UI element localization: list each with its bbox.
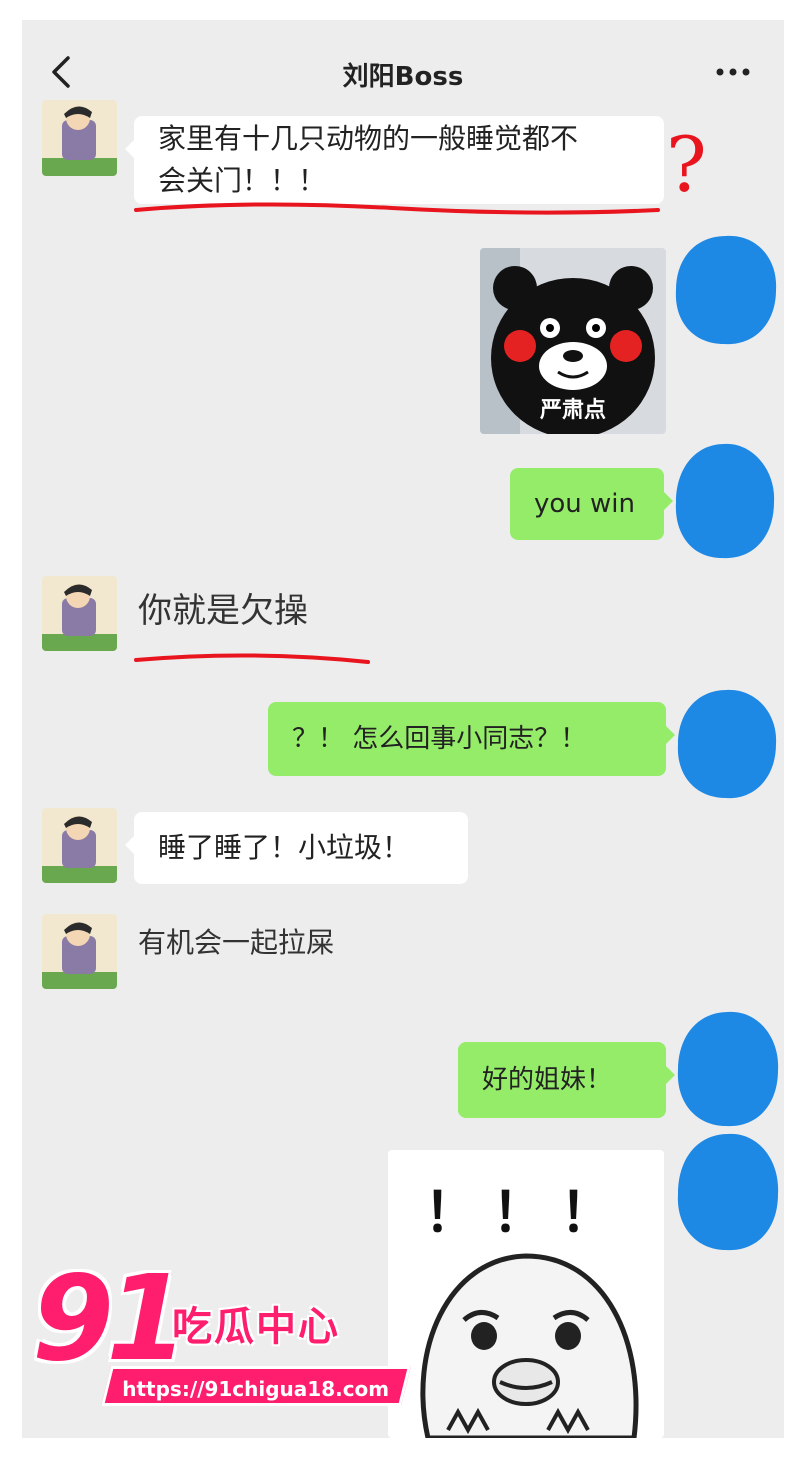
- avatar-redaction-blob: [675, 235, 777, 345]
- sticker-caption: 严肃点: [539, 398, 606, 423]
- avatar-redaction-blob: [677, 1133, 779, 1251]
- sticker-shocked-face[interactable]: ！！！: [388, 1150, 664, 1438]
- chat-screen: 刘阳Boss 家里有十几只动物的一般睡觉都不 会关门！！！ ? 严肃点 you …: [22, 20, 784, 1438]
- message-bubble[interactable]: 家里有十几只动物的一般睡觉都不 会关门！！！: [125, 116, 664, 204]
- question-mark-annotation: ?: [666, 120, 707, 209]
- watermark-url: https://91chigua18.com: [101, 1366, 411, 1406]
- contact-avatar[interactable]: [42, 100, 117, 176]
- red-underline-annotation: [134, 202, 660, 215]
- avatar-redaction-blob: [677, 1011, 779, 1127]
- message-text-plain[interactable]: 有机会一起拉屎: [138, 918, 398, 968]
- watermark-url-text: https://91chigua18.com: [121, 1377, 389, 1401]
- contact-avatar[interactable]: [42, 808, 117, 883]
- message-text-line: 家里有十几只动物的一般睡觉都不: [158, 122, 579, 155]
- message-text-plain[interactable]: 你就是欠操: [138, 586, 378, 636]
- sticker-kumamon[interactable]: 严肃点: [480, 248, 666, 434]
- message-text: 睡了睡了！小垃圾！: [158, 831, 411, 864]
- message-text: 有机会一起拉屎: [138, 926, 335, 959]
- watermark-name: 吃瓜中心: [172, 1304, 340, 1350]
- message-bubble[interactable]: ？！ 怎么回事小同志？！: [268, 702, 675, 776]
- avatar-redaction-blob: [675, 443, 775, 559]
- contact-avatar[interactable]: [42, 576, 117, 651]
- message-bubble[interactable]: you win: [510, 468, 673, 540]
- avatar-redaction-blob: [677, 689, 777, 799]
- chat-header: 刘阳Boss: [22, 20, 784, 120]
- contact-avatar[interactable]: [42, 914, 117, 989]
- more-button[interactable]: [708, 52, 758, 92]
- message-text: 你就是欠操: [138, 591, 308, 631]
- message-text: you win: [534, 489, 636, 519]
- red-underline-annotation: [134, 653, 370, 664]
- watermark-number: 91: [32, 1249, 188, 1387]
- message-text: 好的姐妹！: [482, 1065, 613, 1095]
- message-bubble[interactable]: 睡了睡了！小垃圾！: [125, 812, 468, 884]
- chat-title: 刘阳Boss: [342, 62, 464, 92]
- message-text: ？！ 怎么回事小同志？！: [292, 724, 587, 754]
- more-dots-icon: [716, 68, 750, 76]
- message-bubble[interactable]: 好的姐妹！: [458, 1042, 675, 1118]
- site-watermark: 91 吃瓜中心 https://91chigua18.com: [22, 1258, 422, 1428]
